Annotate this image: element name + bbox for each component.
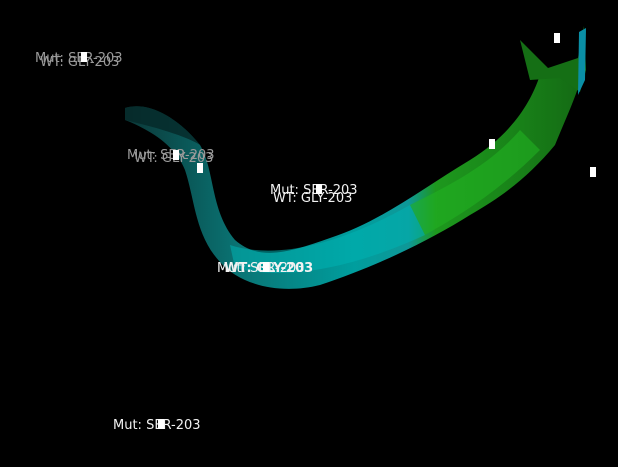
protein-ribbon[interactable] — [0, 0, 618, 467]
atom-marker — [173, 150, 179, 160]
atom-marker — [316, 184, 322, 194]
label-mut-bottom: Mut: SER-203 — [113, 418, 201, 433]
atom-marker — [489, 139, 495, 149]
atom-marker — [554, 33, 560, 43]
label-wt-topleft: WT: GLY-203 — [40, 55, 120, 70]
atom-marker — [263, 262, 269, 272]
atom-marker — [197, 163, 203, 173]
atom-marker — [158, 419, 164, 429]
ribbon-edge-cyan — [578, 28, 586, 95]
ribbon-green-highlight — [410, 130, 540, 235]
atom-marker — [590, 167, 596, 177]
label-wt-center: WT: GLY-203 — [273, 191, 353, 206]
atom-marker — [81, 52, 87, 62]
molecular-viewer[interactable]: Mut: SER-203 WT: GLY-203 Mut: SER-203 WT… — [0, 0, 618, 467]
